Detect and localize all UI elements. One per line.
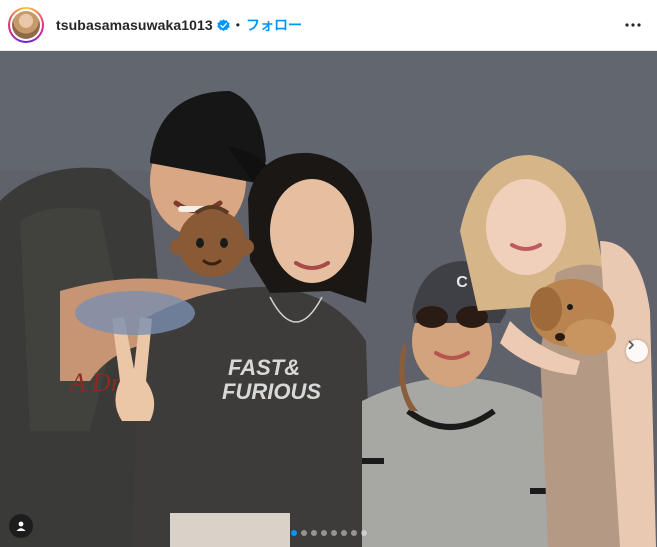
follow-button[interactable]: フォロー — [246, 15, 302, 35]
svg-text:A Dr: A Dr — [68, 368, 122, 397]
avatar-image — [12, 11, 40, 39]
more-options-icon — [625, 23, 641, 27]
post-header: tsubasamasuwaka1013 • フォロー — [0, 0, 657, 50]
header-separator: • — [235, 18, 240, 32]
carousel-dot — [340, 530, 347, 536]
username-link[interactable]: tsubasamasuwaka1013 — [56, 17, 213, 33]
next-slide-button[interactable] — [626, 340, 648, 362]
shirt-text-line1: FAST& — [228, 355, 300, 380]
carousel-dot — [350, 530, 357, 536]
photo-illustration: A Dr FAST& FURIOUS C — [0, 51, 657, 547]
chevron-right-icon — [628, 340, 634, 350]
carousel-dot — [300, 530, 307, 536]
verified-badge-icon — [217, 18, 230, 31]
carousel-dot — [360, 530, 367, 536]
carousel-indicator — [0, 530, 657, 536]
cap-logo: C — [456, 274, 468, 291]
wall-highlight — [0, 51, 657, 171]
more-options-button[interactable] — [621, 13, 645, 37]
avatar-inner — [10, 9, 42, 41]
carousel-dot — [310, 530, 317, 536]
post-photo[interactable]: A Dr FAST& FURIOUS C — [0, 51, 657, 547]
carousel-dot — [320, 530, 327, 536]
carousel-dot — [330, 530, 337, 536]
shirt-text-line2: FURIOUS — [222, 379, 321, 404]
carousel-dot — [290, 530, 297, 536]
profile-avatar[interactable] — [8, 7, 44, 43]
